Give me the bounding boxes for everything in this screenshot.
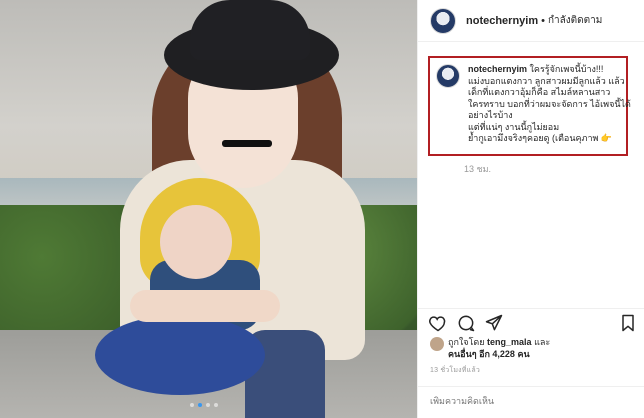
photo-woman-arm	[130, 290, 280, 322]
caption: notechernyim ใครรู้จักเพจนี้บ้าง!!! แม่ง…	[436, 64, 631, 145]
caption-line: notechernyim ใครรู้จักเพจนี้บ้าง!!!	[468, 64, 631, 76]
carousel-dot[interactable]	[206, 403, 210, 407]
instagram-post: notechernyim • กำลังติดตาม notechernyim …	[0, 0, 644, 418]
likes-count[interactable]: คนอื่นๆ อีก 4,228 คน	[448, 349, 530, 359]
photo-baby-face	[160, 205, 232, 279]
follow-status-button[interactable]: กำลังติดตาม	[548, 13, 602, 28]
caption-line: อย่างไรบ้าง	[468, 110, 513, 120]
post-photo[interactable]	[0, 0, 417, 418]
caption-line: แม่งบอกแตงกวา ลูกสาวผมมีลูกแล้ว แล้ว	[468, 75, 625, 86]
caption-line: แต่ที่แน่ๆ งานนี้กูไม่ยอม	[468, 121, 560, 132]
liker-username[interactable]: teng_mala	[487, 337, 532, 347]
bookmark-icon[interactable]	[618, 313, 638, 333]
photo-hat-crown	[190, 0, 310, 60]
comment-input[interactable]	[430, 396, 610, 406]
likes-summary: ถูกใจโดย teng_mala และ คนอื่นๆ อีก 4,228…	[430, 336, 550, 360]
caption-line: ย้ำกูเอามึงจริงๆคอยดู (เตือนคุภาพ 👉	[468, 133, 613, 143]
caption-timestamp: 13 ชม.	[464, 164, 492, 174]
caption-line: เด็กที่แตงกวาอุ้มก็คือ สไมล์หลานสาว	[468, 87, 611, 97]
carousel-indicator	[190, 403, 218, 407]
caption-highlight-box: notechernyim ใครรู้จักเพจนี้บ้าง!!! แม่ง…	[428, 56, 631, 156]
photo-baby-tutu	[95, 315, 265, 395]
heart-icon[interactable]	[428, 313, 448, 333]
header-username[interactable]: notechernyim	[466, 15, 538, 27]
post-timestamp[interactable]: 13 ชั่วโมงที่แล้ว	[430, 365, 480, 376]
likes-and: และ	[534, 337, 551, 347]
header-separator: •	[541, 14, 545, 27]
liker-avatar[interactable]	[430, 337, 444, 351]
caption-line: ใครทราบ บอกที่ว่าผมจะจัดการ ไอ้เพจนี้ได้	[468, 98, 631, 109]
post-side-panel: notechernyim • กำลังติดตาม notechernyim …	[417, 0, 644, 418]
action-bar	[418, 308, 644, 334]
photo-choker	[222, 140, 272, 147]
likes-prefix: ถูกใจโดย	[448, 337, 485, 347]
share-icon[interactable]	[484, 313, 504, 333]
carousel-dot[interactable]	[190, 403, 194, 407]
caption-username[interactable]: notechernyim	[468, 64, 527, 74]
carousel-dot[interactable]	[198, 403, 202, 407]
avatar[interactable]	[430, 7, 456, 34]
carousel-dot[interactable]	[214, 403, 218, 407]
caption-text: notechernyim ใครรู้จักเพจนี้บ้าง!!! แม่ง…	[468, 64, 631, 145]
caption-avatar[interactable]	[436, 64, 460, 88]
caption-line-text: ใครรู้จักเพจนี้บ้าง!!!	[529, 64, 604, 74]
post-header: notechernyim • กำลังติดตาม	[418, 0, 644, 42]
likes-text: ถูกใจโดย teng_mala และ คนอื่นๆ อีก 4,228…	[448, 336, 550, 360]
comment-bar	[418, 386, 644, 418]
comment-icon[interactable]	[456, 313, 476, 333]
